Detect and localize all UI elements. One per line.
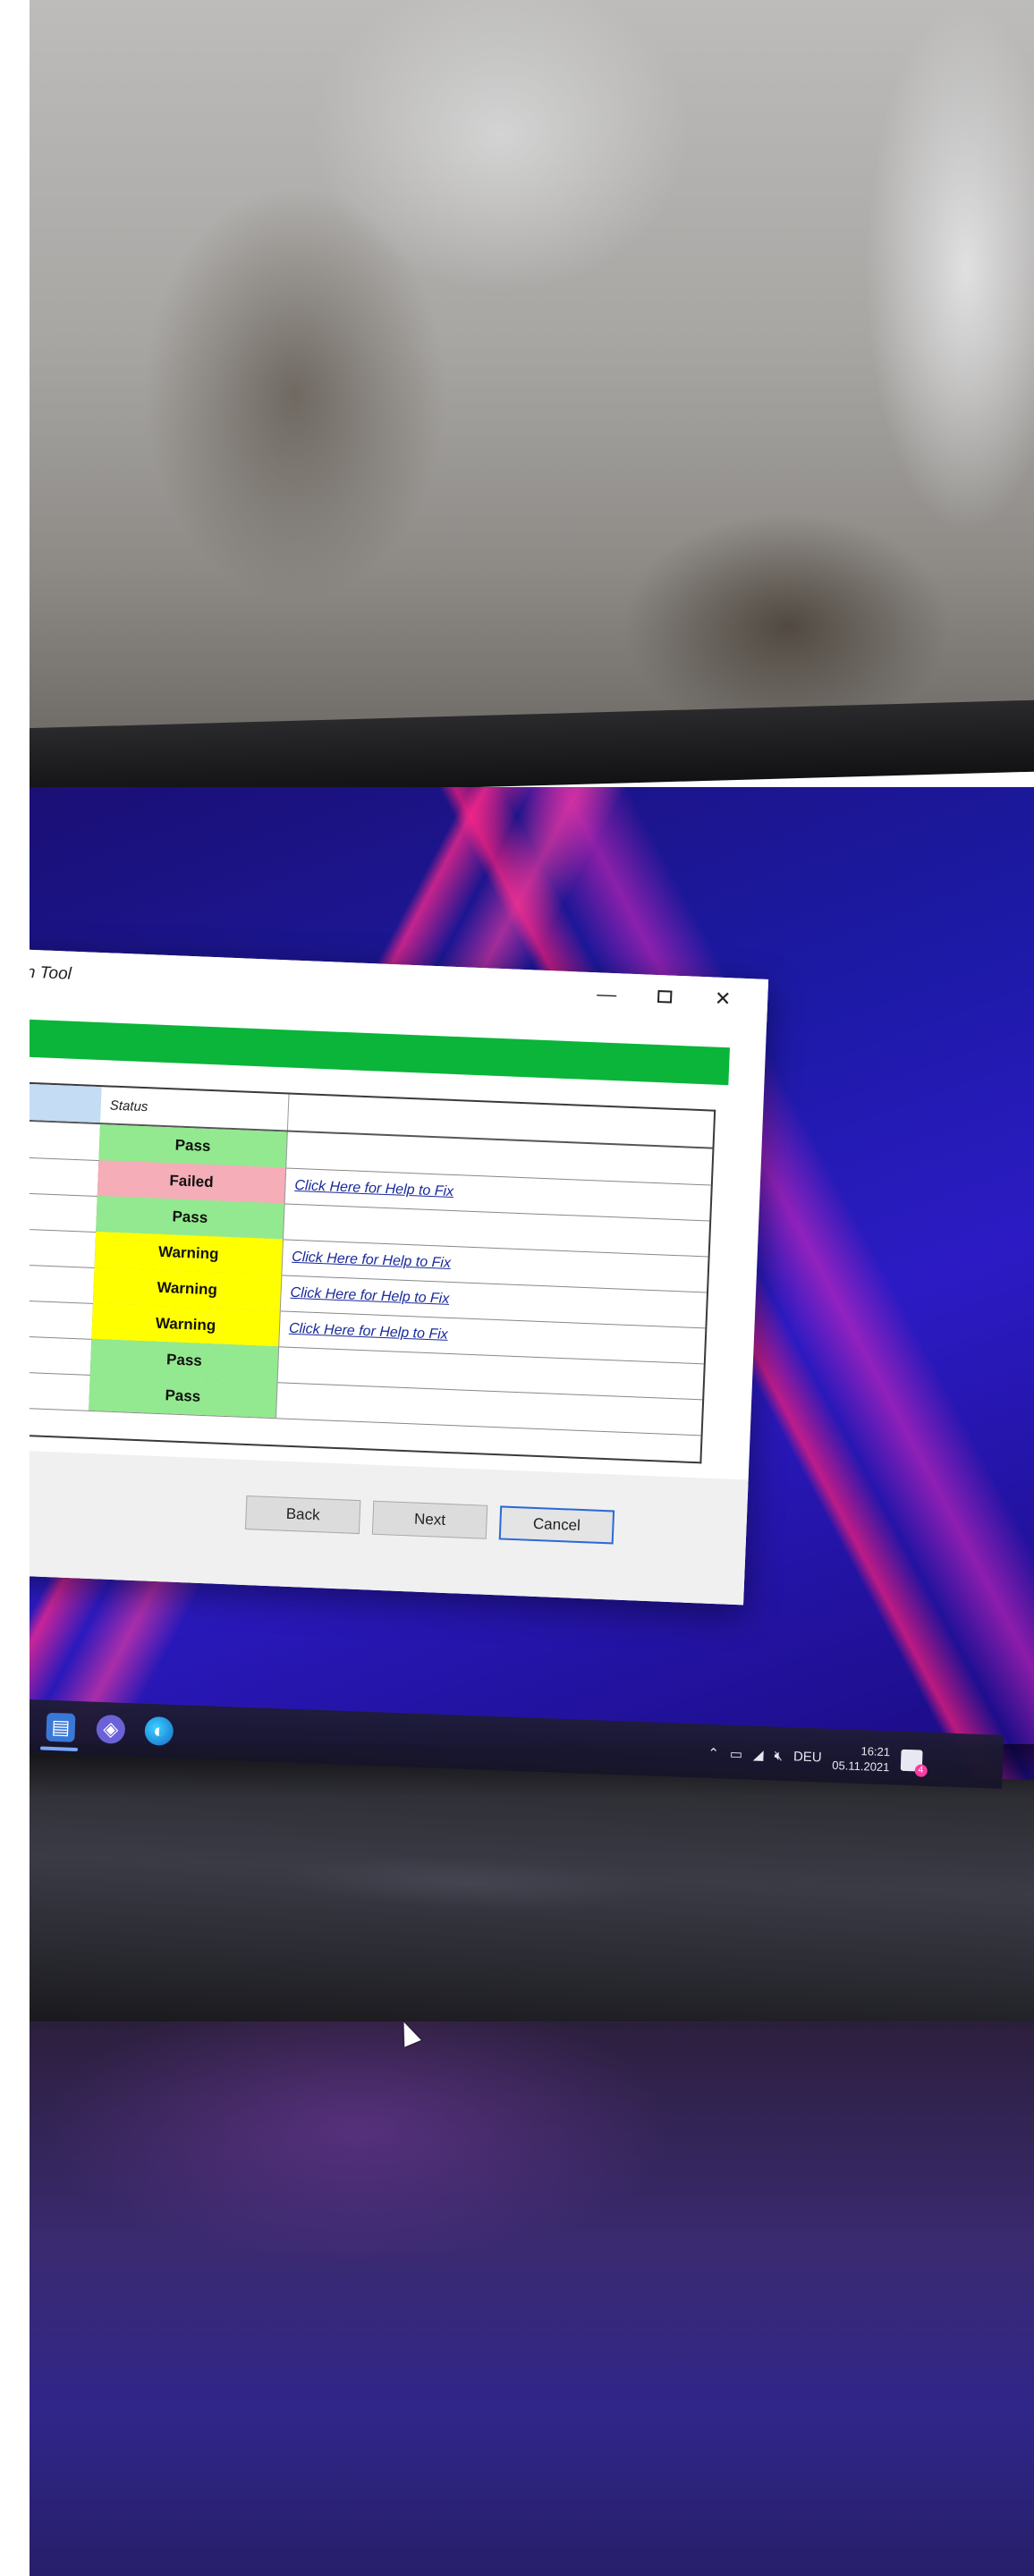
photo-scene: ▤ ◈ ◐ ⌃ ▭ ◢ 🔇︎ DEU 16:21 05.11.2021 4 ti… [0, 0, 1034, 2576]
edge-icon[interactable]: ◐ [144, 1716, 174, 1746]
network-icon[interactable]: ◢ [753, 1747, 764, 1763]
clock[interactable]: 16:21 05.11.2021 [832, 1742, 890, 1775]
notification-center-icon[interactable]: 4 [900, 1749, 928, 1777]
notification-count-badge: 4 [914, 1764, 928, 1777]
language-indicator[interactable]: DEU [793, 1749, 822, 1765]
minimize-icon: — [596, 982, 617, 1006]
status-cell: Pass [89, 1374, 278, 1419]
cancel-button[interactable]: Cancel [498, 1505, 615, 1545]
battery-icon[interactable]: ▭ [730, 1746, 743, 1763]
progress-bar [0, 1008, 730, 1086]
minimize-button[interactable]: — [580, 978, 634, 1012]
teams-icon[interactable]: ◈ [96, 1714, 126, 1744]
tool-dialog: tion Tool — ✕ Status Pass Failed Click Her… [0, 939, 769, 2047]
next-button[interactable]: Next [371, 1500, 488, 1539]
clock-time: 16:21 [860, 1744, 891, 1759]
background-window-photo [0, 0, 1034, 760]
help-fix-link[interactable]: Click Here for Help to Fix [294, 1168, 454, 1210]
chevron-up-icon[interactable]: ⌃ [708, 1745, 719, 1761]
results-grid: Status Pass Failed Click Here for Help to … [0, 1071, 716, 1464]
volume-mute-icon[interactable]: 🔇︎ [774, 1748, 783, 1763]
back-button[interactable]: Back [244, 1495, 361, 1535]
maximize-icon [657, 989, 673, 1004]
close-button[interactable]: ✕ [695, 982, 750, 1016]
progress-bar-fill [0, 1008, 730, 1086]
help-fix-link[interactable]: Click Here for Help to Fix [291, 1240, 451, 1282]
help-fix-link[interactable]: Click Here for Help to Fix [288, 1311, 448, 1353]
help-fix-link[interactable]: Click Here for Help to Fix [290, 1275, 450, 1318]
active-app-indicator [39, 1746, 79, 1752]
maximize-button[interactable] [638, 979, 692, 1013]
left-margin [0, 0, 30, 2576]
store-icon[interactable]: ▤ [46, 1712, 76, 1742]
column-header-status[interactable]: Status [100, 1087, 290, 1131]
table-surface [0, 2021, 1034, 2576]
close-icon: ✕ [714, 987, 732, 1011]
clock-date: 05.11.2021 [832, 1758, 890, 1775]
system-tray: ⌃ ▭ ◢ 🔇︎ DEU 16:21 05.11.2021 4 [708, 1735, 928, 1779]
